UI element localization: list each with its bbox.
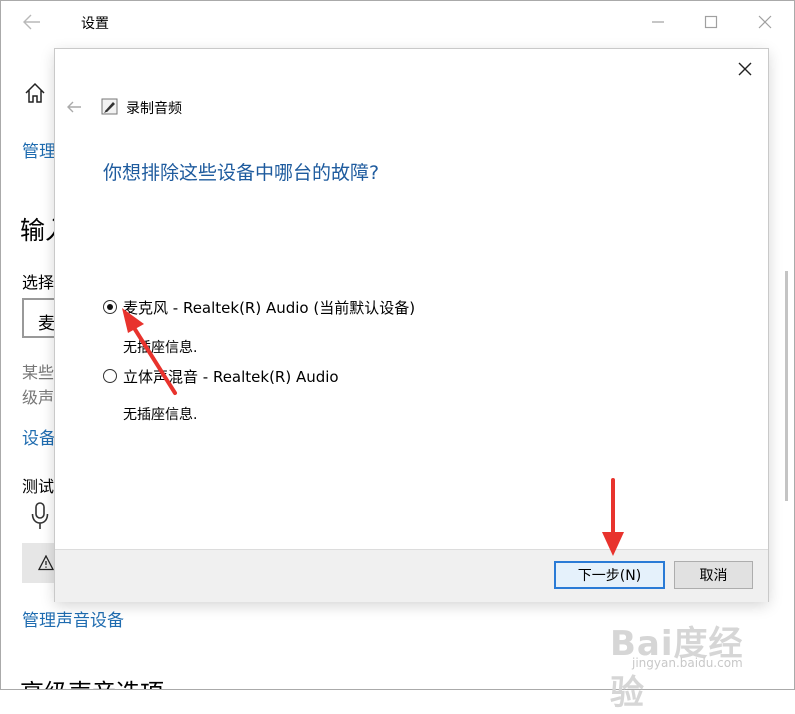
device-option-sub: 无插座信息. [123,340,198,356]
dialog-title: 录制音频 [126,101,182,117]
title-bar: 设置 [1,1,794,43]
input-device-select-value: 麦 [38,314,55,334]
watermark-sub: jingyan.baidu.com [632,656,743,670]
dialog-question: 你想排除这些设备中哪台的故障? [103,162,380,184]
section-heading-advanced: 高级声音选项 [20,673,164,689]
maximize-icon[interactable] [700,11,722,33]
next-button[interactable]: 下一步(N) [554,561,665,589]
window-title: 设置 [81,16,109,32]
device-option-sub: 无插座信息. [123,407,198,423]
back-arrow-icon[interactable] [65,99,83,115]
recording-app-icon [101,98,118,115]
troubleshooter-dialog: 录制音频 你想排除这些设备中哪台的故障? 麦克风 - Realtek(R) Au… [55,49,768,602]
close-icon[interactable] [737,61,753,77]
device-link[interactable]: 设备 [22,424,56,449]
back-arrow-icon[interactable] [21,11,43,33]
scrollbar-thumb[interactable] [785,271,788,501]
minimize-icon[interactable] [647,11,669,33]
baidu-watermark: Bai度经验 jingyan.baidu.com [582,612,762,713]
device-option-label[interactable]: 立体声混音 - Realtek(R) Audio [123,366,339,387]
cancel-button[interactable]: 取消 [674,561,753,589]
home-icon[interactable] [23,81,47,105]
radio-button[interactable] [103,369,117,383]
settings-window: 设置 管理 输入 选择 麦 某些 级声 设备 测试 管理声音设备 录制音频 你想… [0,0,795,690]
info-text-line2: 级声 [22,388,55,407]
microphone-icon [31,502,49,529]
dialog-footer: 下一步(N) 取消 [55,549,768,602]
test-mic-label: 测试 [22,477,55,496]
device-option-label[interactable]: 麦克风 - Realtek(R) Audio (当前默认设备) [123,297,415,318]
radio-button-checked[interactable] [103,300,117,314]
close-icon[interactable] [754,11,776,33]
choose-device-label: 选择 [22,273,55,292]
manage-sound-devices-link[interactable]: 管理声音设备 [22,606,124,631]
info-text-line1: 某些 [22,363,55,382]
warning-icon [38,555,54,571]
manage-link[interactable]: 管理 [22,137,56,162]
